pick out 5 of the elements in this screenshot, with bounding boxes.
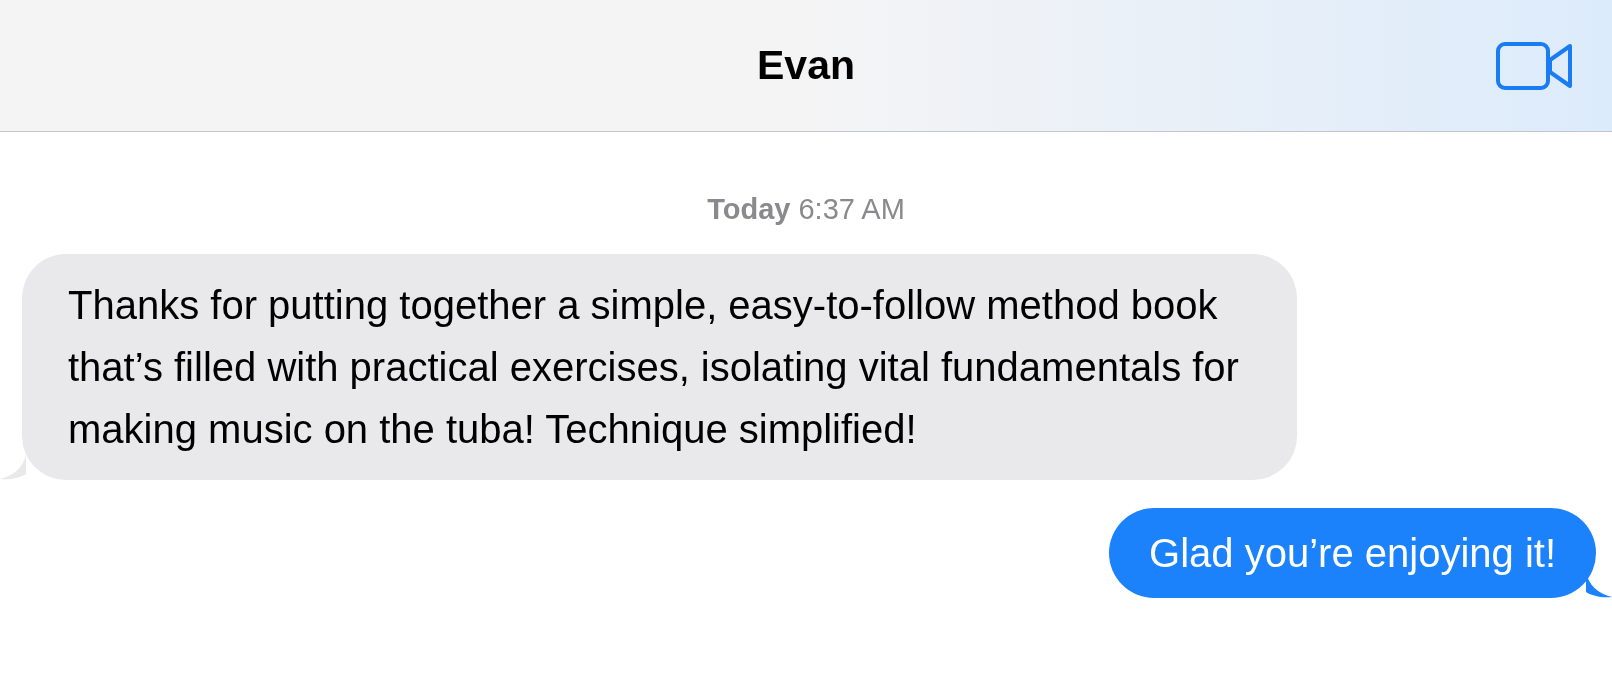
timestamp: Today 6:37 AM xyxy=(707,192,905,227)
video-call-icon[interactable] xyxy=(1496,41,1574,91)
incoming-message-bubble: Thanks for putting together a simple, easy-to-follow method book that’s filled with practical exercises, isolating vital fundamentals for making music on the tuba! Technique simplified! xyxy=(22,254,1297,480)
contact-name: Evan xyxy=(757,40,855,90)
outgoing-message-bubble: Glad you’re enjoying it! xyxy=(1109,508,1596,598)
